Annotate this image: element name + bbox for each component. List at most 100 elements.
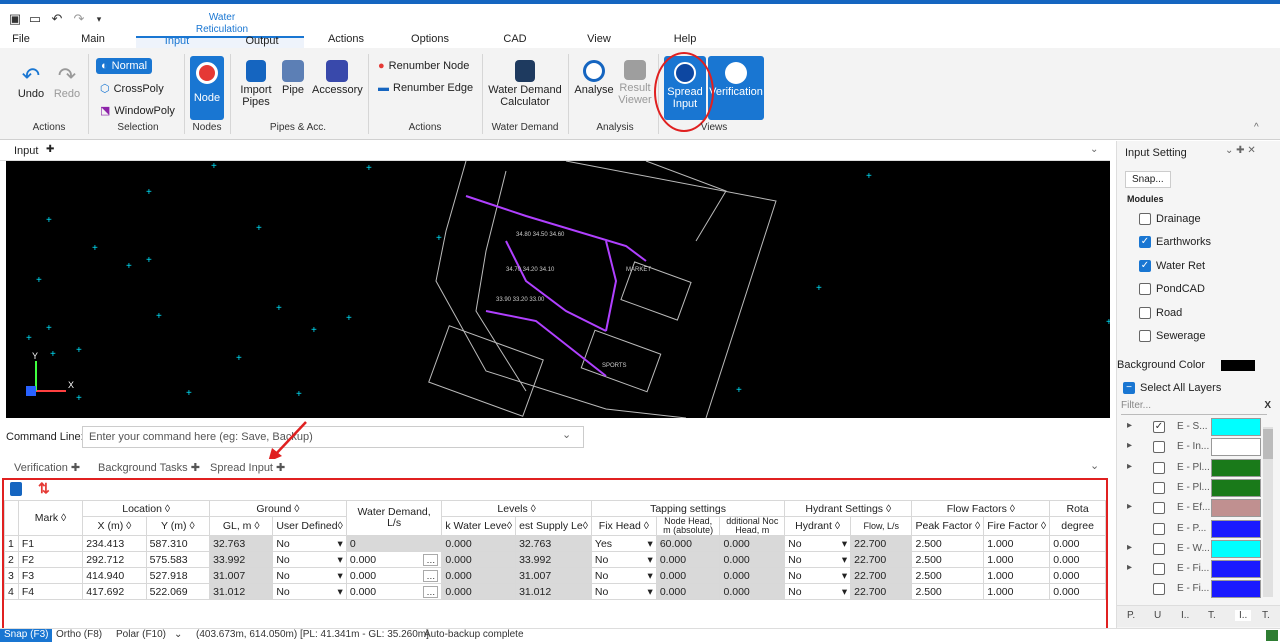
cell-hydrant[interactable]: No ▾ xyxy=(784,551,852,568)
polar-toggle[interactable]: Polar (F10) xyxy=(116,629,166,640)
redo-button[interactable]: ↷ Redo xyxy=(52,64,82,101)
module-drainage[interactable]: Drainage xyxy=(1139,213,1201,226)
cell-hydrant[interactable]: No ▾ xyxy=(784,567,852,584)
tab-verification[interactable]: Verification ✚ xyxy=(14,461,80,474)
col-low-water[interactable]: k Water Leve◊ xyxy=(441,516,517,536)
layer-row[interactable]: E - Pl... xyxy=(1117,478,1267,497)
dropdown-arrow-icon[interactable]: ▾ xyxy=(648,570,653,582)
cell-flow[interactable]: 22.700 xyxy=(850,583,913,600)
module-sewerage[interactable]: Sewerage xyxy=(1139,330,1206,343)
dropdown-arrow-icon[interactable]: ▾ xyxy=(648,554,653,566)
scrollbar-thumb[interactable] xyxy=(1263,429,1273,459)
cell-y[interactable]: 527.918 xyxy=(145,567,211,584)
layer-color-swatch[interactable] xyxy=(1211,458,1261,477)
expand-icon[interactable]: ▸ xyxy=(1127,501,1132,512)
cell-node-head[interactable]: 0.000 xyxy=(655,567,721,584)
layer-color-swatch[interactable] xyxy=(1211,519,1261,538)
cell-hydrant[interactable]: No ▾ xyxy=(784,535,852,552)
collapse-ribbon-icon[interactable]: ^ xyxy=(1254,122,1259,133)
node-button[interactable]: Node xyxy=(190,56,224,120)
layer-checkbox[interactable] xyxy=(1153,583,1165,596)
cell-additional-head[interactable]: 0.000 xyxy=(719,567,786,584)
layer-color-swatch[interactable] xyxy=(1211,580,1261,599)
col-y[interactable]: Y (m) ◊ xyxy=(145,516,211,536)
chevron-down-icon[interactable]: ⌄ xyxy=(1090,459,1099,472)
cell-low-water[interactable]: 0.000 xyxy=(441,551,517,568)
customize-dropdown-icon[interactable]: ▾ xyxy=(92,12,106,26)
module-earthworks[interactable]: ✓ Earthworks xyxy=(1139,236,1211,249)
table-row[interactable]: 1 F1 234.413 587.310 32.763 No ▾ 0 0.000 32.763 Ye… xyxy=(4,535,1106,552)
cell-node-head[interactable]: 60.000 xyxy=(655,535,721,552)
cell-peak-factor[interactable]: 2.500 xyxy=(911,535,985,552)
delete-icon[interactable] xyxy=(10,482,22,496)
module-checkbox[interactable]: ✓ xyxy=(1139,236,1151,249)
layer-color-swatch[interactable] xyxy=(1211,560,1261,579)
renumber-edge-button[interactable]: ▬ Renumber Edge xyxy=(378,82,473,94)
cell-low-water[interactable]: 0.000 xyxy=(441,583,517,600)
dropdown-arrow-icon[interactable]: ▾ xyxy=(338,570,343,582)
cell-flow[interactable]: 22.700 xyxy=(850,551,913,568)
cell-degree[interactable]: 0.000 xyxy=(1049,535,1106,552)
snap-button[interactable]: Snap... xyxy=(1125,171,1171,188)
cell-peak-factor[interactable]: 2.500 xyxy=(911,583,985,600)
verification-button[interactable]: Verification xyxy=(708,56,764,120)
cell-lowest-supply[interactable]: 31.007 xyxy=(515,567,592,584)
side-tab[interactable]: I.. xyxy=(1181,610,1189,621)
tab-view[interactable]: View xyxy=(584,30,614,48)
ellipsis-button[interactable]: … xyxy=(423,585,439,598)
layer-row[interactable]: ▸ E - In... xyxy=(1117,437,1267,457)
cell-gl[interactable]: 31.007 xyxy=(209,567,274,584)
cad-canvas[interactable]: + + + + + + + + + + + + + + + + + + + + + + + + + + 34.80 34.50 3… xyxy=(6,161,1110,418)
layer-row[interactable]: ▸ ✓ E - S... xyxy=(1117,417,1267,436)
tab-file[interactable]: File xyxy=(6,30,36,48)
cell-mark[interactable]: F1 xyxy=(17,535,84,552)
module-checkbox[interactable]: ✓ xyxy=(1139,259,1151,272)
dropdown-arrow-icon[interactable]: ▾ xyxy=(842,538,847,550)
cell-user-defined[interactable]: No ▾ xyxy=(272,535,347,552)
col-lowest-supply[interactable]: est Supply Le◊ xyxy=(515,516,592,536)
module-checkbox[interactable] xyxy=(1139,330,1151,343)
cell-gl[interactable]: 33.992 xyxy=(209,551,274,568)
cell-fire-factor[interactable]: 1.000 xyxy=(983,535,1051,552)
table-row[interactable]: 3 F3 414.940 527.918 31.007 No ▾ 0.000 … 0.000 31.… xyxy=(4,567,1106,584)
chevron-down-icon[interactable]: ⌄ xyxy=(174,629,182,640)
cell-lowest-supply[interactable]: 33.992 xyxy=(515,551,592,568)
cell-fix-head[interactable]: No ▾ xyxy=(590,583,657,600)
cell-x[interactable]: 417.692 xyxy=(82,583,147,600)
expand-icon[interactable]: ▸ xyxy=(1127,562,1132,573)
cell-x[interactable]: 414.940 xyxy=(82,567,147,584)
normal-select-button[interactable]: ◐ Normal xyxy=(96,58,153,74)
layer-row[interactable]: E - Fi... xyxy=(1117,579,1267,599)
dropdown-arrow-icon[interactable]: ▾ xyxy=(648,538,653,550)
col-fix-head[interactable]: Fix Head ◊ xyxy=(590,516,657,536)
dropdown-arrow-icon[interactable]: ▾ xyxy=(338,554,343,566)
layer-color-swatch[interactable] xyxy=(1211,539,1261,558)
layer-row[interactable]: ▸ E - Fi... xyxy=(1117,559,1267,579)
layer-checkbox[interactable] xyxy=(1153,461,1165,474)
layer-checkbox[interactable] xyxy=(1153,563,1165,576)
renumber-node-button[interactable]: ● Renumber Node xyxy=(378,60,469,72)
cell-degree[interactable]: 0.000 xyxy=(1049,583,1106,600)
expand-icon[interactable]: ▸ xyxy=(1127,420,1132,431)
background-color-swatch[interactable] xyxy=(1221,360,1255,371)
cell-water-demand[interactable]: 0.000… xyxy=(345,567,443,584)
col-flow[interactable]: Flow, L/s xyxy=(850,516,913,536)
layer-row[interactable]: ▸ E - W... xyxy=(1117,539,1267,558)
col-water-demand[interactable]: Water Demand, L/s xyxy=(345,500,443,536)
layer-checkbox[interactable] xyxy=(1153,441,1165,454)
col-gl[interactable]: GL, m ◊ xyxy=(209,516,274,536)
windowpoly-button[interactable]: ⬔ WindowPoly xyxy=(100,104,175,118)
cell-fix-head[interactable]: No ▾ xyxy=(590,551,657,568)
command-input[interactable]: Enter your command here (eg: Save, Backu… xyxy=(82,426,584,448)
expand-icon[interactable]: ▸ xyxy=(1127,461,1132,472)
side-tab[interactable]: U xyxy=(1154,610,1161,621)
cell-degree[interactable]: 0.000 xyxy=(1049,567,1106,584)
cell-gl[interactable]: 32.763 xyxy=(209,535,274,552)
dropdown-arrow-icon[interactable]: ▾ xyxy=(648,586,653,598)
side-tab[interactable]: T. xyxy=(1262,610,1270,621)
crosspoly-button[interactable]: ⬡ CrossPoly xyxy=(100,82,164,96)
cell-user-defined[interactable]: No ▾ xyxy=(272,567,347,584)
cell-fix-head[interactable]: No ▾ xyxy=(590,567,657,584)
cell-y[interactable]: 587.310 xyxy=(145,535,211,552)
tab-background-tasks[interactable]: Background Tasks ✚ xyxy=(98,461,200,474)
